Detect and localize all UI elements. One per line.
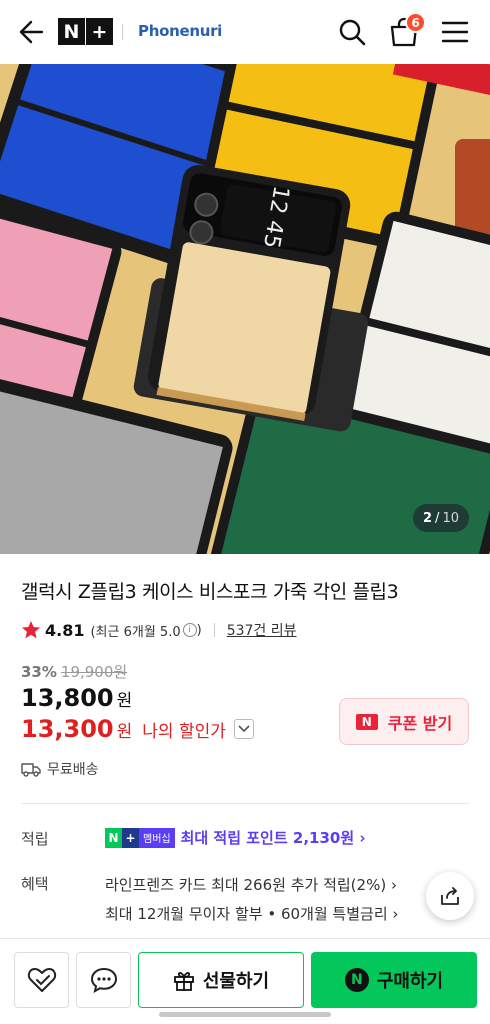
header-divider xyxy=(122,24,123,40)
rating-row: 4.81 (최근 6개월 5.0 i ) 537건 리뷰 xyxy=(21,620,297,640)
shipping-text: 무료배송 xyxy=(47,762,99,778)
discount-row: 33% 19,900원 xyxy=(21,661,127,682)
nplus-store-logo[interactable]: N + xyxy=(58,18,113,45)
membership-n: N xyxy=(105,827,122,848)
gift-button[interactable]: 선물하기 xyxy=(138,952,304,1008)
shipping-info: 무료배송 xyxy=(21,759,99,779)
hamburger-menu-icon[interactable] xyxy=(441,20,469,44)
benefits-label: 혜택 xyxy=(21,875,49,893)
rating-divider xyxy=(213,623,215,637)
product-title: 갤럭시 Z플립3 케이스 비스포크 가죽 각인 플립3 xyxy=(21,581,399,603)
heart-check-icon xyxy=(27,968,56,992)
discount-percent: 33% xyxy=(21,662,57,681)
store-brand-logo[interactable]: Phonenuri xyxy=(138,22,222,40)
reviews-link[interactable]: 537건 리뷰 xyxy=(227,620,297,640)
nplus-membership-badge: N + 멤버십 xyxy=(105,827,175,848)
star-icon xyxy=(22,621,40,639)
gift-icon xyxy=(173,972,194,991)
talk-talk-button[interactable] xyxy=(76,952,131,1008)
my-price-label: 나의 할인가 xyxy=(142,721,226,742)
product-image-carousel[interactable]: 12 45 2 / 10 xyxy=(0,64,490,554)
cart-count-badge: 6 xyxy=(405,12,426,33)
section-divider xyxy=(21,803,469,804)
image-pager-indicator: 2 / 10 xyxy=(413,504,469,532)
coupon-label: 쿠폰 받기 xyxy=(387,713,453,733)
points-label: 적립 xyxy=(21,830,49,848)
rating-score: 4.81 xyxy=(45,620,85,640)
chevron-down-icon[interactable] xyxy=(233,719,254,739)
naver-coupon-logo: N xyxy=(355,713,378,730)
product-photo: 12 45 xyxy=(0,64,490,554)
chat-bubble-icon xyxy=(90,967,117,993)
search-icon[interactable] xyxy=(338,18,366,46)
membership-label: 멤버십 xyxy=(139,827,175,848)
gift-label: 선물하기 xyxy=(202,971,270,992)
max-points-link[interactable]: 최대 적립 포인트 2,130원 › xyxy=(181,827,366,848)
nplus-logo-n: N xyxy=(58,18,85,45)
share-button[interactable] xyxy=(426,872,474,920)
buy-button[interactable]: N 구매하기 xyxy=(311,952,477,1008)
membership-plus: + xyxy=(122,827,139,848)
recent-rating-close: ) xyxy=(196,622,202,638)
my-price-unit: 원 xyxy=(116,721,133,742)
installment-benefit-link[interactable]: 최대 12개월 무이자 할부 • 60개월 특별금리 › xyxy=(105,903,398,924)
home-indicator xyxy=(159,1012,331,1017)
card-benefit-link[interactable]: 라인프렌즈 카드 최대 266원 추가 적립(2%) › xyxy=(105,874,397,895)
recent-rating: (최근 6개월 5.0 xyxy=(90,624,181,640)
top-header: N + Phonenuri 6 xyxy=(0,0,490,64)
get-coupon-button[interactable]: N 쿠폰 받기 xyxy=(339,698,469,745)
my-discount-price[interactable]: 13,300 원 나의 할인가 xyxy=(21,715,254,743)
wishlist-button[interactable] xyxy=(14,952,69,1008)
truck-icon xyxy=(21,763,41,777)
buy-label: 구매하기 xyxy=(376,971,444,992)
points-row[interactable]: N + 멤버십 최대 적립 포인트 2,130원 › xyxy=(105,827,366,848)
sale-price: 13,800 원 xyxy=(21,684,132,712)
nplus-logo-plus: + xyxy=(86,18,113,45)
back-arrow-icon[interactable] xyxy=(18,18,44,46)
my-price-value: 13,300 xyxy=(21,715,114,743)
pager-total: 10 xyxy=(442,510,459,526)
share-icon xyxy=(441,887,459,905)
pager-current: 2 xyxy=(423,510,433,526)
sale-price-value: 13,800 xyxy=(21,684,114,712)
original-price: 19,900원 xyxy=(60,663,128,681)
info-icon[interactable]: i xyxy=(182,623,197,637)
naver-pay-logo: N xyxy=(344,968,369,992)
pager-separator: / xyxy=(435,510,440,526)
sale-price-unit: 원 xyxy=(116,691,133,711)
